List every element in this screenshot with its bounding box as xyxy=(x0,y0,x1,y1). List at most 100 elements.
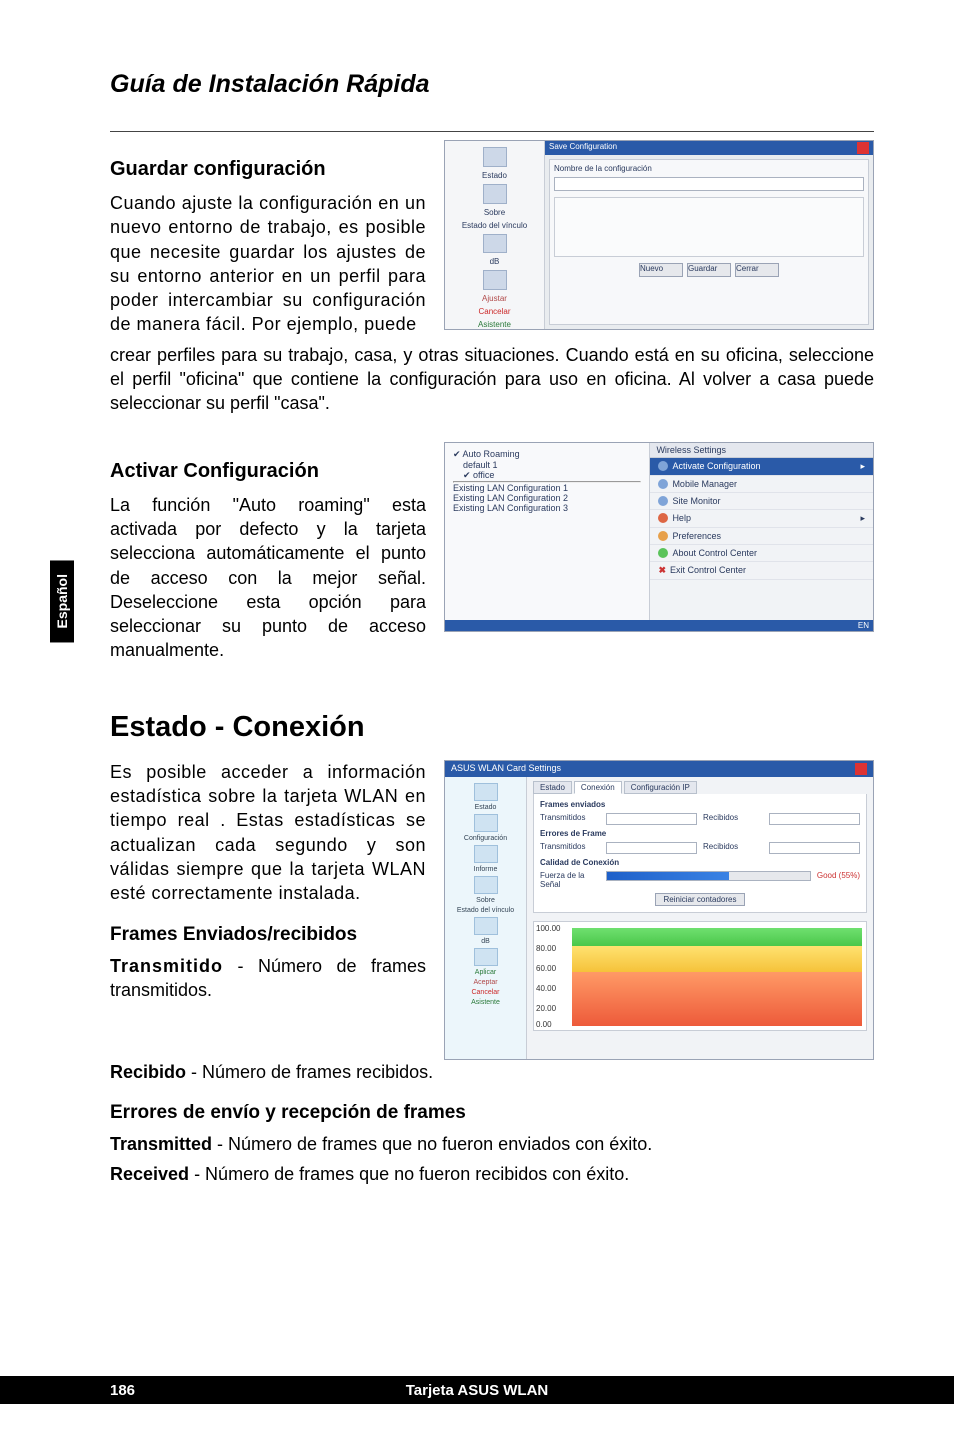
err-l1-rest: - Número de frames que no fueron enviado… xyxy=(212,1134,652,1154)
exit-icon: ✖ xyxy=(658,565,666,576)
grp1: Frames enviados xyxy=(540,800,860,809)
menu-help[interactable]: Help▸ xyxy=(650,510,873,528)
frames-line2: Recibido - Número de frames recibidos. xyxy=(110,1060,874,1084)
status-icon xyxy=(483,147,507,167)
language-tab: Español xyxy=(50,560,74,642)
tab-estado[interactable]: Estado xyxy=(533,781,572,794)
screenshot-connection-status: ASUS WLAN Card Settings Estado Configura… xyxy=(444,760,874,1060)
shot1-side-0: Estado xyxy=(482,171,507,180)
shot2-left-list: ✔ Auto Roaming default 1 ✔ office Existi… xyxy=(445,443,650,620)
shot1-side-7: Asistente xyxy=(478,320,511,329)
shot2-l0[interactable]: Auto Roaming xyxy=(463,449,520,459)
s3-s4[interactable]: Informe xyxy=(474,866,498,873)
menu-about[interactable]: About Control Center xyxy=(650,545,873,562)
guardar-title: Guardar configuración xyxy=(110,158,426,181)
s3-s2[interactable]: Configuración xyxy=(464,835,507,842)
new-button[interactable]: Nuevo xyxy=(639,263,683,277)
config-name-dropdown[interactable] xyxy=(554,177,864,191)
tx-value xyxy=(606,813,697,825)
shot1-side-1: Sobre xyxy=(484,208,505,217)
s3-s12[interactable]: Cancelar xyxy=(471,989,499,996)
err-l2-rest: - Número de frames que no fueron recibid… xyxy=(189,1164,629,1184)
lbl-tx: Transmitidos xyxy=(540,813,600,825)
shot2-l5[interactable]: Existing LAN Configuration 3 xyxy=(453,503,641,513)
shot2-rtitle: Wireless Settings xyxy=(650,443,873,458)
shot2-l3[interactable]: Existing LAN Configuration 1 xyxy=(453,483,641,493)
frames-l1-term: Transmitido xyxy=(110,956,223,976)
title-rule xyxy=(110,131,874,132)
shot1-side-6: Cancelar xyxy=(478,307,510,316)
close-button[interactable]: Cerrar xyxy=(735,263,779,277)
lbl-txe: Transmitidos xyxy=(540,842,600,854)
s3-s8[interactable]: dB xyxy=(481,938,490,945)
menu-prefs[interactable]: Preferences xyxy=(650,528,873,545)
shot2-l1[interactable]: default 1 xyxy=(463,460,641,470)
frames-l2-term: Recibido xyxy=(110,1062,186,1082)
chart-band-green xyxy=(572,928,862,946)
shot2-l2[interactable]: office xyxy=(473,470,494,480)
estado-heading: Estado - Conexión xyxy=(110,711,874,744)
shot3-titlebar: ASUS WLAN Card Settings xyxy=(445,761,873,777)
s3-s0[interactable]: Estado xyxy=(475,804,497,811)
y0: 100.00 xyxy=(536,924,560,933)
shot1-side-2: Estado del vínculo xyxy=(462,221,527,230)
err-l2-term: Received xyxy=(110,1164,189,1184)
report-icon xyxy=(474,845,498,863)
status-icon xyxy=(474,783,498,801)
s3-s7[interactable]: Estado del vínculo xyxy=(457,907,514,914)
frames-l2-rest: - Número de frames recibidos. xyxy=(186,1062,433,1082)
frames-title: Frames Enviados/recibidos xyxy=(110,924,426,946)
s3-s10[interactable]: Aplicar xyxy=(475,969,496,976)
monitor-icon xyxy=(658,496,668,506)
lbl-rxe: Recibidos xyxy=(703,842,763,854)
guardar-p1: Cuando ajuste la configuración en un nue… xyxy=(110,191,426,337)
txe-value xyxy=(606,842,697,854)
s3-s11[interactable]: Aceptar xyxy=(473,979,497,986)
s3-s13[interactable]: Asistente xyxy=(471,999,500,1006)
guardar-p2: crear perfiles para su trabajo, casa, y … xyxy=(110,343,874,416)
shot1-body: Nombre de la configuración Nuevo Guardar… xyxy=(549,159,869,325)
grp3: Calidad de Conexión xyxy=(540,858,860,867)
about-icon xyxy=(474,876,498,894)
close-icon[interactable] xyxy=(855,763,867,775)
menu-activate[interactable]: Activate Configuration▸ xyxy=(650,458,873,476)
shot1-side-5: Ajustar xyxy=(482,294,507,303)
shot2-status: EN xyxy=(445,620,873,631)
config-icon xyxy=(474,814,498,832)
config-list-box xyxy=(554,197,864,257)
activar-title: Activar Configuración xyxy=(110,460,426,483)
errores-line1: Transmitted - Número de frames que no fu… xyxy=(110,1132,874,1156)
db-icon xyxy=(483,234,507,254)
lbl-rx: Recibidos xyxy=(703,813,763,825)
errores-line2: Received - Número de frames que no fuero… xyxy=(110,1162,874,1186)
chart-band-red xyxy=(572,972,862,1026)
menu-site[interactable]: Site Monitor xyxy=(650,493,873,510)
main-title: Guía de Instalación Rápida xyxy=(110,70,874,99)
close-icon[interactable] xyxy=(857,142,869,154)
frames-line1: Transmitido - Número de frames transmiti… xyxy=(110,954,426,1003)
menu-mobile[interactable]: Mobile Manager xyxy=(650,476,873,493)
tab-ip[interactable]: Configuración IP xyxy=(624,781,697,794)
footer: 186 Tarjeta ASUS WLAN xyxy=(0,1376,954,1404)
qual-value: Good (55%) xyxy=(817,871,860,889)
mobile-icon xyxy=(658,479,668,489)
shot1-title: Save Configuration xyxy=(549,142,617,154)
signal-bar xyxy=(606,871,811,881)
shot2-l4[interactable]: Existing LAN Configuration 2 xyxy=(453,493,641,503)
save-button[interactable]: Guardar xyxy=(687,263,731,277)
about-icon xyxy=(658,548,668,558)
y1: 80.00 xyxy=(536,944,556,953)
grp2: Errores de Frame xyxy=(540,829,860,838)
chart-band-yellow xyxy=(572,946,862,972)
tab-conexion[interactable]: Conexión xyxy=(574,781,622,794)
prefs-icon xyxy=(658,531,668,541)
sobre-icon xyxy=(483,184,507,204)
y3: 40.00 xyxy=(536,984,556,993)
help-icon xyxy=(658,513,668,523)
shot2-right-menu: Wireless Settings Activate Configuration… xyxy=(650,443,873,620)
menu-exit[interactable]: ✖Exit Control Center xyxy=(650,562,873,580)
shot1-titlebar: Save Configuration xyxy=(545,141,873,155)
reset-counters-button[interactable]: Reiniciar contadores xyxy=(655,893,746,906)
s3-s6[interactable]: Sobre xyxy=(476,897,495,904)
shot3-main: Estado Conexión Configuración IP Frames … xyxy=(527,777,873,1059)
